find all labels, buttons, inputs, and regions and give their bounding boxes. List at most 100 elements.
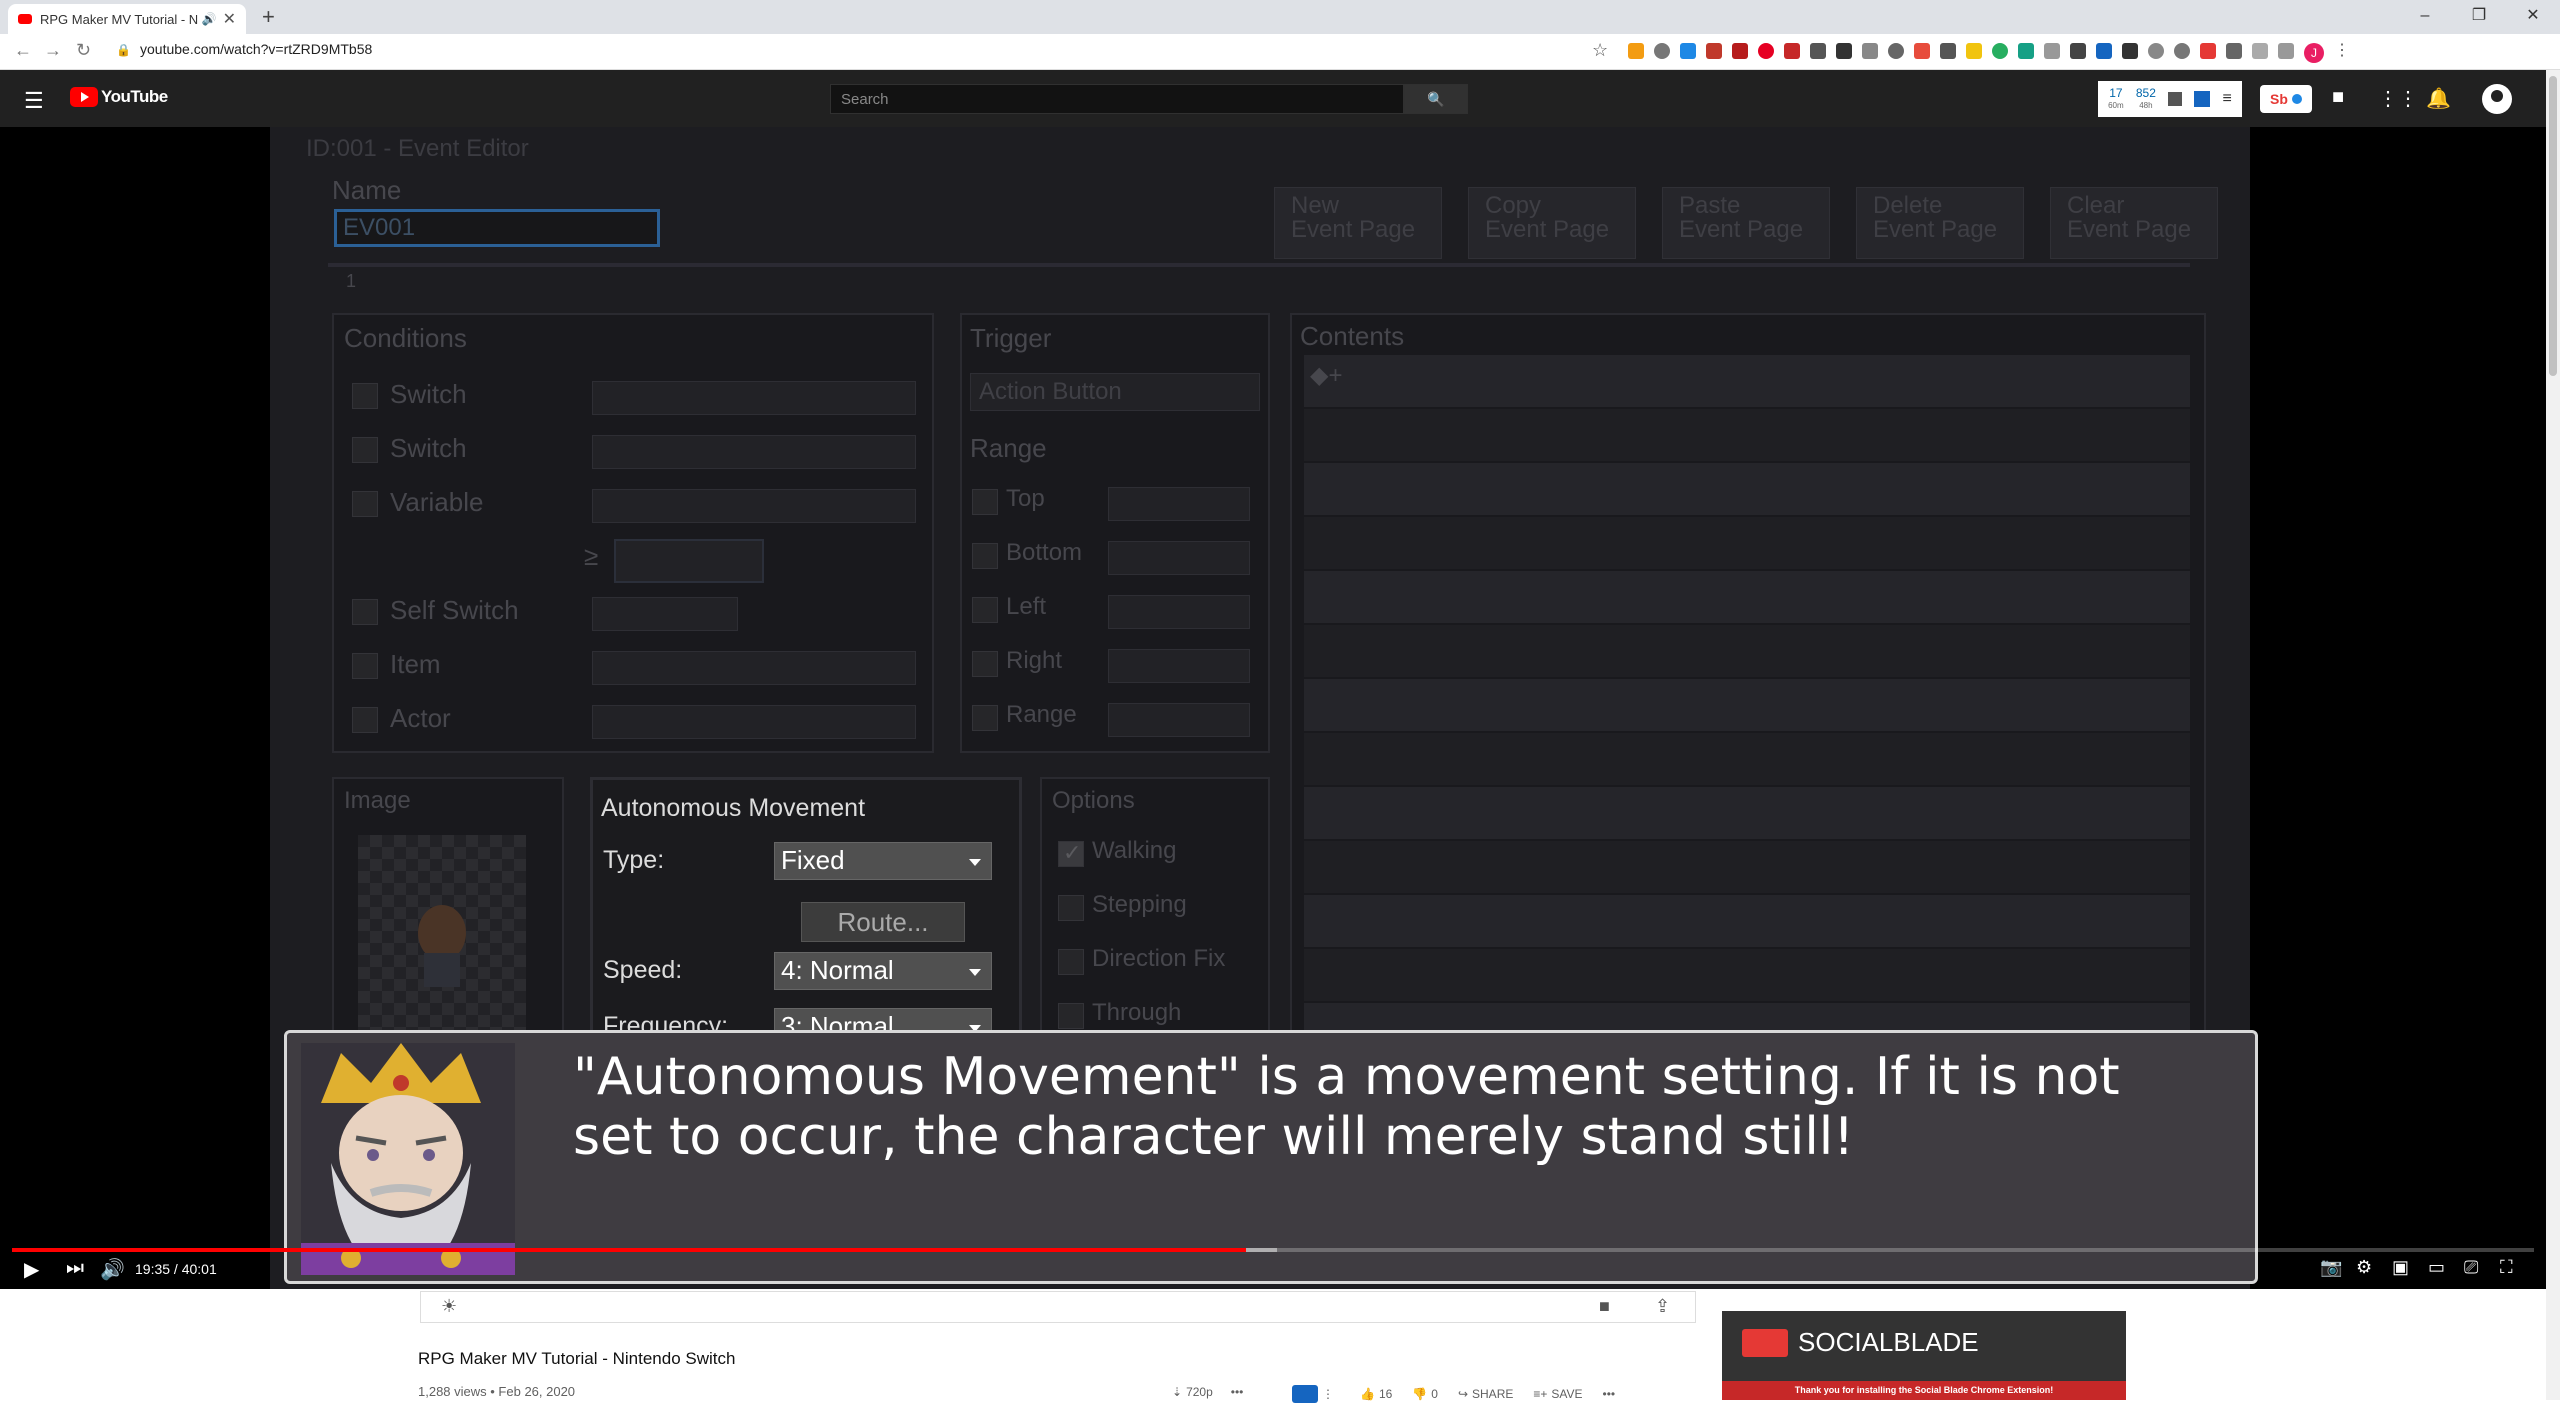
scrollbar-thumb[interactable] [2549, 76, 2557, 376]
option-label: Through [1092, 999, 1182, 1026]
more-dots-icon[interactable]: ••• [1231, 1385, 1244, 1399]
option-label: Walking [1092, 837, 1177, 864]
extension-shield-icon[interactable] [2122, 43, 2138, 59]
back-icon[interactable]: ← [14, 40, 32, 61]
url-field[interactable]: youtube.com/watch?v=rtZRD9MTb58 [140, 41, 372, 57]
condition-checkbox [352, 653, 378, 679]
reload-icon[interactable]: ↻ [76, 40, 91, 61]
king-portrait [301, 1043, 515, 1275]
audio-icon[interactable]: 🔊 [202, 12, 217, 26]
dislike-icon[interactable]: 👎 [1412, 1387, 1427, 1401]
bookmark-star-icon[interactable]: ☆ [1592, 40, 1608, 61]
contents-row [1304, 895, 2190, 947]
sb-extension-icon[interactable] [1292, 1385, 1318, 1403]
extension-flipboard-icon[interactable] [1706, 43, 1722, 59]
save-playlist-icon[interactable]: ≡+ [1533, 1387, 1547, 1401]
share-icon[interactable]: ↪ [1458, 1387, 1468, 1401]
extension-ae-icon[interactable] [1836, 43, 1852, 59]
extension-at-icon[interactable] [1654, 43, 1670, 59]
socialblade-badge[interactable]: Sb [2260, 85, 2312, 113]
buffer-bar [1246, 1248, 1277, 1252]
minimize-button[interactable]: – [2398, 0, 2452, 32]
youtube-logo[interactable]: YouTube [70, 87, 168, 107]
brightness-icon[interactable]: ☀ [441, 1296, 457, 1317]
sb-menu-icon[interactable]: ⋮ [1322, 1387, 1334, 1401]
extension-iq-icon[interactable] [1680, 43, 1696, 59]
extension-grid-icon[interactable] [2044, 43, 2060, 59]
page-tab: 1 [346, 271, 357, 291]
notifications-bell-icon[interactable]: 🔔 [2426, 86, 2451, 111]
lock-icon[interactable]: 🔒 [116, 43, 131, 57]
page-scrollbar[interactable] [2546, 70, 2560, 1400]
forward-icon[interactable]: → [44, 40, 62, 61]
like-icon[interactable]: 👍 [1360, 1387, 1375, 1401]
extension-download-icon[interactable] [2096, 43, 2112, 59]
extension-pinterest-icon[interactable] [1758, 43, 1774, 59]
range-checkbox [972, 489, 998, 515]
extension-code-icon[interactable] [1810, 43, 1826, 59]
browser-menu-icon[interactable]: ⋮ [2334, 43, 2350, 63]
camera-icon[interactable]: ■ [1599, 1296, 1610, 1317]
condition-label: Switch [390, 433, 467, 463]
extension-pdf-icon[interactable] [1732, 43, 1748, 59]
user-avatar[interactable] [2482, 84, 2512, 114]
next-icon[interactable]: ⏭ [66, 1257, 84, 1280]
fullscreen-icon[interactable]: ⛶ [2500, 1257, 2513, 1278]
browser-tabbar: RPG Maker MV Tutorial - Nir 🔊 ✕ + – ❐ ✕ [0, 0, 2560, 34]
create-video-icon[interactable]: ■ [2332, 86, 2344, 109]
browser-tab[interactable]: RPG Maker MV Tutorial - Nir 🔊 ✕ [8, 4, 246, 34]
cast-icon[interactable]: ⎚ [2464, 1257, 2478, 1278]
restore-button[interactable]: ❐ [2452, 0, 2506, 32]
socialblade-name: SOCIALBLADE [1798, 1327, 1979, 1357]
extension-link-icon[interactable] [1966, 43, 1982, 59]
progress-bar[interactable] [12, 1248, 2534, 1252]
youtube-favicon-icon [18, 14, 32, 24]
miniplayer-icon[interactable]: ▣ [2392, 1257, 2409, 1278]
extension-grammarly-icon[interactable] [1992, 43, 2008, 59]
screenshot-camera-icon[interactable]: 📷 [2320, 1257, 2342, 1278]
extension-stack-icon[interactable] [1940, 43, 1956, 59]
theater-mode-icon[interactable]: ▭ [2428, 1257, 2445, 1278]
extension-window-icon[interactable] [1862, 43, 1878, 59]
settings-gear-icon[interactable]: ⚙ [2356, 1257, 2372, 1278]
range-checkbox [972, 543, 998, 569]
profile-avatar[interactable]: J [2304, 43, 2324, 63]
option-checkbox [1058, 949, 1084, 975]
play-icon[interactable]: ▶ [24, 1257, 39, 1282]
extension-cloud-icon[interactable] [2148, 43, 2164, 59]
search-input[interactable]: Search [830, 84, 1404, 114]
share-box-icon[interactable]: ⇪ [1655, 1296, 1670, 1317]
condition-checkbox [352, 491, 378, 517]
extension-pocket-icon[interactable] [2200, 43, 2216, 59]
apps-grid-icon[interactable]: ⋮⋮ [2378, 86, 2418, 111]
hamburger-menu-icon[interactable]: ☰ [24, 88, 44, 114]
reading-list-icon[interactable] [2278, 43, 2294, 59]
extensions-puzzle-icon[interactable] [2226, 43, 2242, 59]
video-player[interactable]: ID:001 - Event Editor Name EV001 New Eve… [0, 127, 2546, 1289]
route-button: Route... [801, 902, 965, 942]
save-button[interactable]: SAVE [1551, 1387, 1582, 1401]
options-title: Options [1052, 787, 1135, 814]
new-event-page-button: New Event Page [1274, 187, 1442, 259]
extension-search-icon[interactable] [1888, 43, 1904, 59]
extension-tag-icon[interactable] [1914, 43, 1930, 59]
extension-w-icon[interactable] [2070, 43, 2086, 59]
close-window-button[interactable]: ✕ [2506, 0, 2560, 32]
option-label: Stepping [1092, 891, 1187, 918]
share-button[interactable]: SHARE [1472, 1387, 1513, 1401]
more-actions-icon[interactable]: ••• [1603, 1387, 1616, 1401]
cast-icon[interactable] [2252, 43, 2268, 59]
contents-first-line: ◆+ [1310, 362, 1343, 389]
extension-history-icon[interactable] [2174, 43, 2190, 59]
close-tab-icon[interactable]: ✕ [223, 9, 236, 29]
volume-icon[interactable]: 🔊 [100, 1257, 125, 1282]
socialblade-stats-widget[interactable]: 17 60m 852 48h ≡ [2098, 81, 2242, 117]
delete-event-page-button: Delete Event Page [1856, 187, 2024, 259]
search-button[interactable]: 🔍 [1404, 84, 1468, 114]
quality-indicator[interactable]: ⇣ 720p ••• [1172, 1385, 1243, 1399]
conditions-panel: Conditions Switch Switch Variable ≥ Self… [332, 313, 934, 753]
extension-chart-icon[interactable] [1784, 43, 1800, 59]
extension-audio-icon[interactable] [1628, 43, 1644, 59]
new-tab-button[interactable]: + [262, 4, 275, 30]
extension-k-icon[interactable] [2018, 43, 2034, 59]
